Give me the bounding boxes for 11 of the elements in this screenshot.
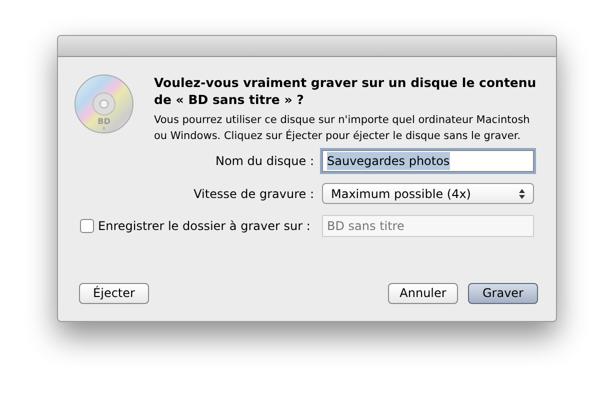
- dialog-button[interactable]: Graver: [468, 283, 538, 304]
- stepper-arrows-icon: [519, 188, 525, 198]
- field-label: Vitesse de gravure :: [194, 186, 314, 202]
- field-label: Nom du disque :: [215, 153, 314, 170]
- popup-button[interactable]: Maximum possible (4x): [322, 183, 534, 204]
- field-label: Enregistrer le dossier à graver sur :: [98, 218, 310, 235]
- dialog-button[interactable]: Annuler: [388, 283, 458, 304]
- text-field[interactable]: Sauvegardes photos: [322, 150, 534, 172]
- dialog-title: Voulez-vous vraiment graver sur un disque le contenu de « BD sans titre » ?: [154, 74, 538, 108]
- dialog-message: Vous pourrez utiliser ce disque sur n'importe quel ordinateur Macintosh ou Windows. Cliquez sur Éjecter pour éjecter le disque sans le graver.: [154, 113, 531, 144]
- dialog-button[interactable]: Éjecter: [79, 283, 149, 304]
